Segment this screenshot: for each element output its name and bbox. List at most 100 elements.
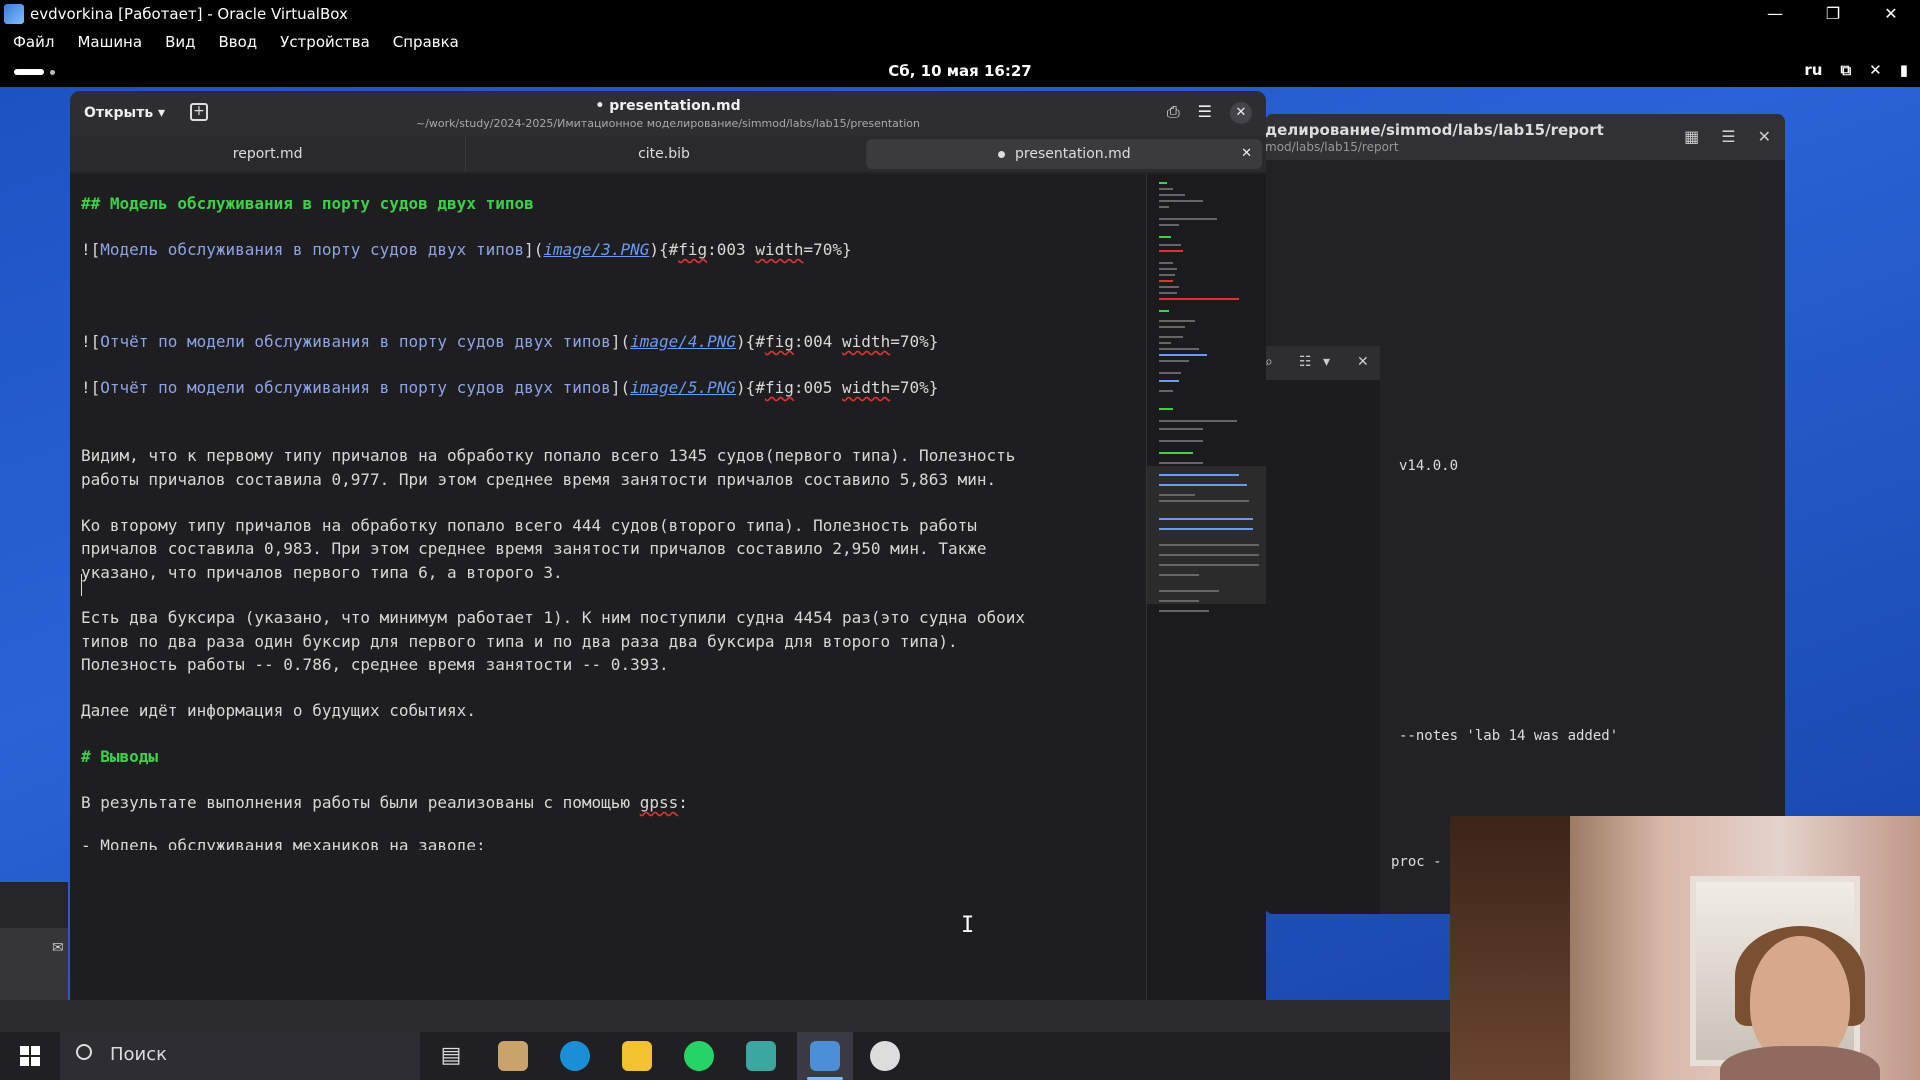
search-icon — [76, 1044, 92, 1060]
app-icon[interactable] — [746, 1041, 776, 1071]
hamburger-menu-icon[interactable]: ☰ — [1198, 102, 1212, 124]
menu-help[interactable]: Справка — [380, 33, 469, 51]
notes-text: --notes 'lab 14 was added' — [1399, 728, 1619, 744]
md-punct: ]( — [610, 332, 631, 351]
gnome-top-bar: Сб, 10 мая 16:27 ru ⧉ ✕ ▮ — [0, 55, 1920, 87]
webcam-overlay — [1450, 816, 1920, 1080]
status-area[interactable]: ru ⧉ ✕ ▮ — [1804, 61, 1908, 79]
obs-studio-icon[interactable] — [870, 1041, 900, 1071]
menu-input[interactable]: Ввод — [205, 33, 267, 51]
editor-text-area[interactable]: ## Модель обслуживания в порту судов дву… — [70, 174, 1146, 1000]
menu-machine[interactable]: Машина — [64, 33, 152, 51]
image-alt-text: Отчёт по модели обслуживания в порту суд… — [100, 332, 611, 351]
search-icon[interactable]: ⌕ — [1265, 354, 1273, 370]
md-attr: :005 — [793, 378, 843, 397]
list-icon[interactable]: ☷ — [1299, 354, 1312, 370]
taskbar-search[interactable]: Поиск — [60, 1032, 420, 1080]
document-path: ~/work/study/2024-2025/Имитационное моде… — [416, 117, 920, 130]
background-terminal-window[interactable]: делирование/simmod/labs/lab15/report mod… — [1265, 114, 1785, 914]
minimap-viewport[interactable] — [1147, 466, 1266, 604]
tab-presentation[interactable]: presentation.md ✕ — [865, 139, 1262, 169]
grid-icon[interactable]: ▦ — [1684, 127, 1699, 146]
person-body-image — [1720, 1046, 1880, 1080]
editor-headerbar: Открыть ▾ + • presentation.md ~/work/stu… — [70, 91, 1266, 136]
task-view-icon[interactable]: ▤ — [436, 1041, 466, 1071]
proc-text: proc - — [1391, 854, 1442, 870]
md-punct: ![ — [81, 378, 101, 397]
image-link-line: ![Отчёт по модели обслуживания в порту с… — [81, 332, 938, 351]
save-icon[interactable]: ⎙ — [1167, 102, 1180, 124]
text-span: В результате выполнения работы были реал… — [81, 793, 640, 812]
md-punct: ){# — [649, 240, 679, 259]
edge-browser-icon[interactable] — [560, 1041, 590, 1071]
text-span: : — [678, 793, 688, 812]
network-icon[interactable]: ⧉ — [1840, 61, 1851, 79]
image-alt-text: Отчёт по модели обслуживания в порту суд… — [100, 378, 611, 397]
paragraph-line: типов по два раза один буксир для первог… — [81, 632, 958, 651]
volume-muted-icon[interactable]: ✕ — [1869, 61, 1882, 79]
version-text: v14.0.0 — [1399, 458, 1459, 474]
chevron-down-icon[interactable]: ▾ — [1323, 354, 1330, 370]
md-attr: =70%} — [803, 240, 852, 259]
image-link-line: ![Модель обслуживания в порту судов двух… — [81, 240, 852, 259]
terminal-header: делирование/simmod/labs/lab15/report mod… — [1265, 114, 1785, 160]
spell-error: fig — [678, 240, 708, 259]
guest-bottom-strip — [0, 1000, 1450, 1032]
paragraph-line: Видим, что к первому типу причалов на об… — [81, 446, 1016, 465]
vbox-menubar: Файл Машина Вид Ввод Устройства Справка — [0, 28, 1920, 55]
minimize-button[interactable]: — — [1746, 0, 1804, 28]
hamburger-menu-icon[interactable]: ☰ — [1721, 127, 1735, 146]
virtualbox-icon — [4, 4, 24, 24]
virtualbox-icon[interactable] — [810, 1041, 840, 1071]
file-explorer-icon[interactable] — [622, 1041, 652, 1071]
close-window-button[interactable]: ✕ — [1862, 0, 1920, 28]
windows-taskbar: Поиск ▤ — [0, 1032, 1450, 1080]
other-window-stub — [0, 882, 68, 928]
inner-panel — [1265, 380, 1380, 914]
paragraph-line: указано, что причалов первого типа 6, а … — [81, 563, 563, 582]
md-attr: :003 — [707, 240, 756, 259]
terminal-subtitle: mod/labs/lab15/report — [1265, 140, 1399, 154]
tab-close-icon[interactable]: ✕ — [1241, 139, 1252, 169]
md-punct: ]( — [524, 240, 544, 259]
tab-label: report.md — [232, 146, 303, 162]
md-punct: ){# — [736, 378, 765, 397]
whatsapp-icon[interactable] — [684, 1041, 714, 1071]
inner-toolbar: ⌕ ☷ ▾ ✕ — [1265, 346, 1380, 380]
tab-report[interactable]: report.md — [70, 136, 465, 172]
paragraph-line: Ко второму типу причалов на обработку по… — [81, 516, 977, 535]
windows-start-icon[interactable] — [20, 1046, 40, 1066]
paragraph-line: В результате выполнения работы были реал… — [81, 793, 688, 812]
tab-cite[interactable]: cite.bib — [465, 136, 861, 172]
paragraph-line: Далее идёт информация о будущих событиях… — [81, 701, 476, 720]
image-path: image/4.PNG — [630, 332, 737, 351]
image-link-line: ![Отчёт по модели обслуживания в порту с… — [81, 378, 938, 397]
header-buttons: ⎙ ☰ ✕ — [1167, 102, 1252, 124]
md-attr: =70%} — [890, 332, 939, 351]
md-attr: :004 — [793, 332, 843, 351]
mail-icon: ✉ — [52, 940, 64, 956]
other-window-stub: ✉ — [0, 928, 68, 1000]
menu-view[interactable]: Вид — [152, 33, 205, 51]
terminal-title: делирование/simmod/labs/lab15/report — [1265, 121, 1604, 139]
vbox-window-title: evdvorkina [Работает] - Oracle VirtualBo… — [30, 5, 348, 23]
clock[interactable]: Сб, 10 мая 16:27 — [0, 62, 1920, 80]
tab-label: cite.bib — [638, 146, 690, 162]
close-icon[interactable]: ✕ — [1758, 127, 1771, 146]
menu-file[interactable]: Файл — [0, 33, 64, 51]
md-punct: ]( — [610, 378, 631, 397]
paragraph-line: - Модель обслуживания механиков на завод… — [81, 836, 486, 850]
paragraph-line: работы причалов составила 0,977. При это… — [81, 470, 997, 489]
keyboard-layout[interactable]: ru — [1804, 61, 1822, 79]
battery-icon[interactable]: ▮ — [1900, 61, 1908, 79]
mouse-ibeam-cursor: I — [961, 913, 975, 938]
close-icon[interactable]: ✕ — [1357, 354, 1369, 370]
restore-button[interactable]: ❐ — [1804, 0, 1862, 28]
minimap[interactable] — [1146, 174, 1266, 1000]
close-button[interactable]: ✕ — [1230, 102, 1252, 124]
text-editor-window[interactable]: Открыть ▾ + • presentation.md ~/work/stu… — [70, 91, 1266, 1000]
user-folder-icon[interactable] — [498, 1041, 528, 1071]
spell-error: width — [755, 240, 804, 259]
menu-devices[interactable]: Устройства — [267, 33, 380, 51]
search-label: Поиск — [110, 1044, 168, 1065]
